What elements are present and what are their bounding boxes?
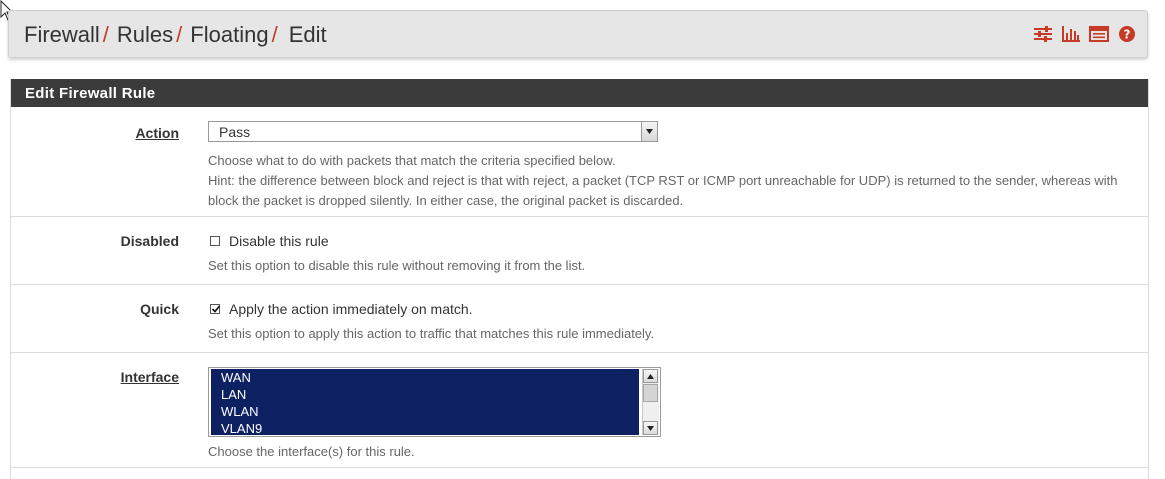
- action-help: Choose what to do with packets that matc…: [208, 151, 1148, 211]
- scroll-down-button[interactable]: [643, 421, 658, 435]
- breadcrumb-separator: /: [176, 22, 183, 47]
- breadcrumb-floating[interactable]: Floating: [190, 22, 268, 47]
- breadcrumb-rules[interactable]: Rules: [117, 22, 173, 47]
- bar-chart-icon[interactable]: [1061, 25, 1081, 43]
- checkmark-icon: [211, 305, 221, 313]
- action-row: Action Pass Choose what to do with packe…: [11, 107, 1148, 217]
- disabled-row: Disabled Disable this rule Set this opti…: [11, 217, 1148, 285]
- edit-rule-panel: Edit Firewall Rule Action Pass Choose wh…: [10, 79, 1149, 479]
- disabled-help: Set this option to disable this rule wit…: [208, 258, 586, 273]
- chevron-down-icon: [647, 426, 654, 431]
- breadcrumb-firewall[interactable]: Firewall: [24, 22, 100, 47]
- scroll-thumb[interactable]: [643, 384, 658, 402]
- action-select-value: Pass: [219, 124, 251, 140]
- action-label: Action: [135, 125, 179, 141]
- disabled-label: Disabled: [120, 233, 179, 249]
- quick-row: Quick Apply the action immediately on ma…: [11, 285, 1148, 353]
- breadcrumb-edit: Edit: [288, 22, 327, 47]
- disabled-checkbox-label[interactable]: Disable this rule: [229, 233, 329, 249]
- quick-label: Quick: [140, 301, 179, 317]
- interface-options: WAN LAN WLAN VLAN9: [211, 369, 639, 437]
- log-table-icon[interactable]: [1089, 25, 1109, 43]
- quick-checkbox[interactable]: [210, 304, 221, 314]
- interface-option-wan[interactable]: WAN: [211, 369, 639, 386]
- disabled-checkbox-line: Disable this rule: [210, 233, 329, 249]
- quick-checkbox-label[interactable]: Apply the action immediately on match.: [229, 301, 473, 317]
- shortcut-icons: ?: [1033, 25, 1137, 43]
- action-help-hint: Hint: the difference between block and r…: [208, 173, 1118, 208]
- interface-option-vlan9[interactable]: VLAN9: [211, 420, 639, 437]
- sliders-icon[interactable]: [1033, 25, 1053, 43]
- svg-text:?: ?: [1124, 28, 1131, 42]
- interface-row: Interface WAN LAN WLAN VLAN9 Choose the …: [11, 353, 1148, 468]
- quick-checkbox-line: Apply the action immediately on match.: [210, 301, 473, 317]
- interface-option-lan[interactable]: LAN: [211, 386, 639, 403]
- breadcrumb: Firewall / Rules / Floating / Edit: [24, 22, 327, 48]
- action-select[interactable]: Pass: [208, 121, 658, 142]
- interface-listbox[interactable]: WAN LAN WLAN VLAN9: [208, 367, 661, 437]
- chevron-up-icon: [647, 374, 654, 379]
- breadcrumb-separator: /: [271, 22, 278, 47]
- panel-title: Edit Firewall Rule: [11, 79, 1148, 107]
- interface-option-wlan[interactable]: WLAN: [211, 403, 639, 420]
- disabled-checkbox[interactable]: [210, 236, 220, 246]
- scroll-up-button[interactable]: [643, 369, 658, 383]
- interface-help: Choose the interface(s) for this rule.: [208, 444, 415, 459]
- quick-help: Set this option to apply this action to …: [208, 326, 655, 341]
- interface-label: Interface: [120, 369, 179, 385]
- listbox-scrollbar[interactable]: [642, 369, 659, 435]
- breadcrumb-separator: /: [102, 22, 109, 47]
- chevron-down-icon[interactable]: [641, 122, 657, 141]
- help-icon[interactable]: ?: [1117, 25, 1137, 43]
- action-help-line1: Choose what to do with packets that matc…: [208, 153, 616, 168]
- breadcrumb-bar: Firewall / Rules / Floating / Edit ?: [8, 10, 1148, 58]
